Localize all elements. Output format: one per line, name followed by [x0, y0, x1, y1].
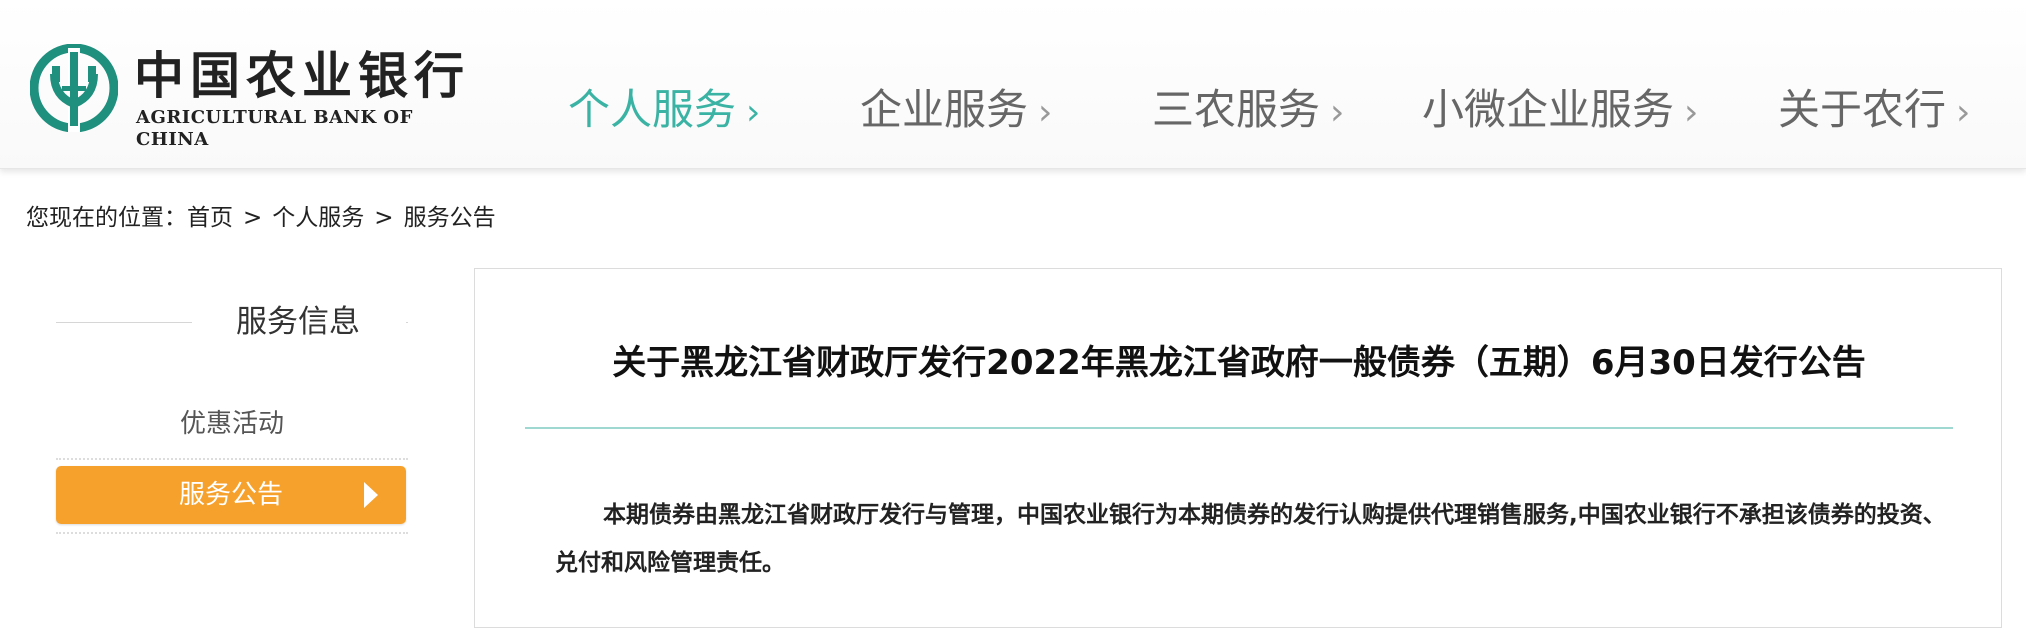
nav-label: 个人服务	[568, 85, 737, 134]
sidebar-divider	[56, 458, 408, 460]
site-header: 中国农业银行 AGRICULTURAL BANK OF CHINA 个人服务 › …	[0, 0, 2026, 169]
breadcrumb-current[interactable]: 服务公告	[404, 205, 496, 231]
sidebar-item-label: 服务公告	[178, 480, 283, 510]
nav-item-agriculture[interactable]: 三农服务 ›	[1152, 78, 1344, 142]
breadcrumb-personal-link[interactable]: 个人服务	[272, 205, 364, 231]
sidebar-item-announcements[interactable]: 服务公告	[56, 466, 406, 524]
nav-item-about[interactable]: 关于农行 ›	[1778, 78, 1970, 142]
nav-item-corporate[interactable]: 企业服务 ›	[860, 78, 1052, 142]
sidebar-title-divider	[56, 322, 192, 323]
bank-logo[interactable]: 中国农业银行 AGRICULTURAL BANK OF CHINA	[30, 44, 470, 150]
breadcrumb-home-link[interactable]: 首页	[187, 205, 233, 231]
title-divider	[525, 427, 1953, 429]
nav-label: 小微企业服务	[1422, 85, 1675, 134]
chevron-right-icon: ›	[1684, 92, 1699, 133]
chevron-right-icon: ›	[1038, 92, 1053, 133]
breadcrumb-separator: >	[243, 205, 263, 231]
nav-label: 三农服务	[1152, 85, 1321, 134]
article-paragraph: 本期债券由黑龙江省财政厅发行与管理，中国农业银行为本期债券的发行认购提供代理销售…	[555, 502, 1946, 576]
nav-item-personal[interactable]: 个人服务 ›	[568, 78, 760, 142]
abc-emblem-icon	[30, 44, 118, 132]
article-panel: 关于黑龙江省财政厅发行2022年黑龙江省政府一般债券（五期）6月30日发行公告 …	[474, 268, 2002, 628]
chevron-right-icon: ›	[1330, 92, 1345, 133]
nav-label: 关于农行	[1778, 85, 1947, 134]
chevron-right-icon: ›	[746, 92, 761, 133]
breadcrumb: 您现在的位置：首页 > 个人服务 > 服务公告	[26, 202, 496, 234]
article-title: 关于黑龙江省财政厅发行2022年黑龙江省政府一般债券（五期）6月30日发行公告	[612, 343, 1866, 383]
sidebar-item-promotions[interactable]: 优惠活动	[56, 400, 408, 448]
sidebar-title-divider	[406, 322, 408, 323]
breadcrumb-separator: >	[374, 205, 394, 231]
sidebar-title: 服务信息	[236, 304, 360, 340]
bank-name-cn: 中国农业银行	[134, 46, 470, 105]
breadcrumb-prefix: 您现在的位置：	[26, 205, 187, 231]
chevron-right-icon: ›	[1956, 92, 1971, 133]
triangle-right-icon	[364, 482, 378, 508]
sidebar-divider	[56, 532, 408, 534]
sidebar: 服务信息 优惠活动 服务公告	[56, 296, 408, 596]
nav-item-small-business[interactable]: 小微企业服务 ›	[1422, 78, 1698, 142]
nav-label: 企业服务	[860, 85, 1029, 134]
article-body: 本期债券由黑龙江省财政厅发行与管理，中国农业银行为本期债券的发行认购提供代理销售…	[555, 491, 1965, 587]
bank-name-en: AGRICULTURAL BANK OF CHINA	[136, 107, 413, 150]
